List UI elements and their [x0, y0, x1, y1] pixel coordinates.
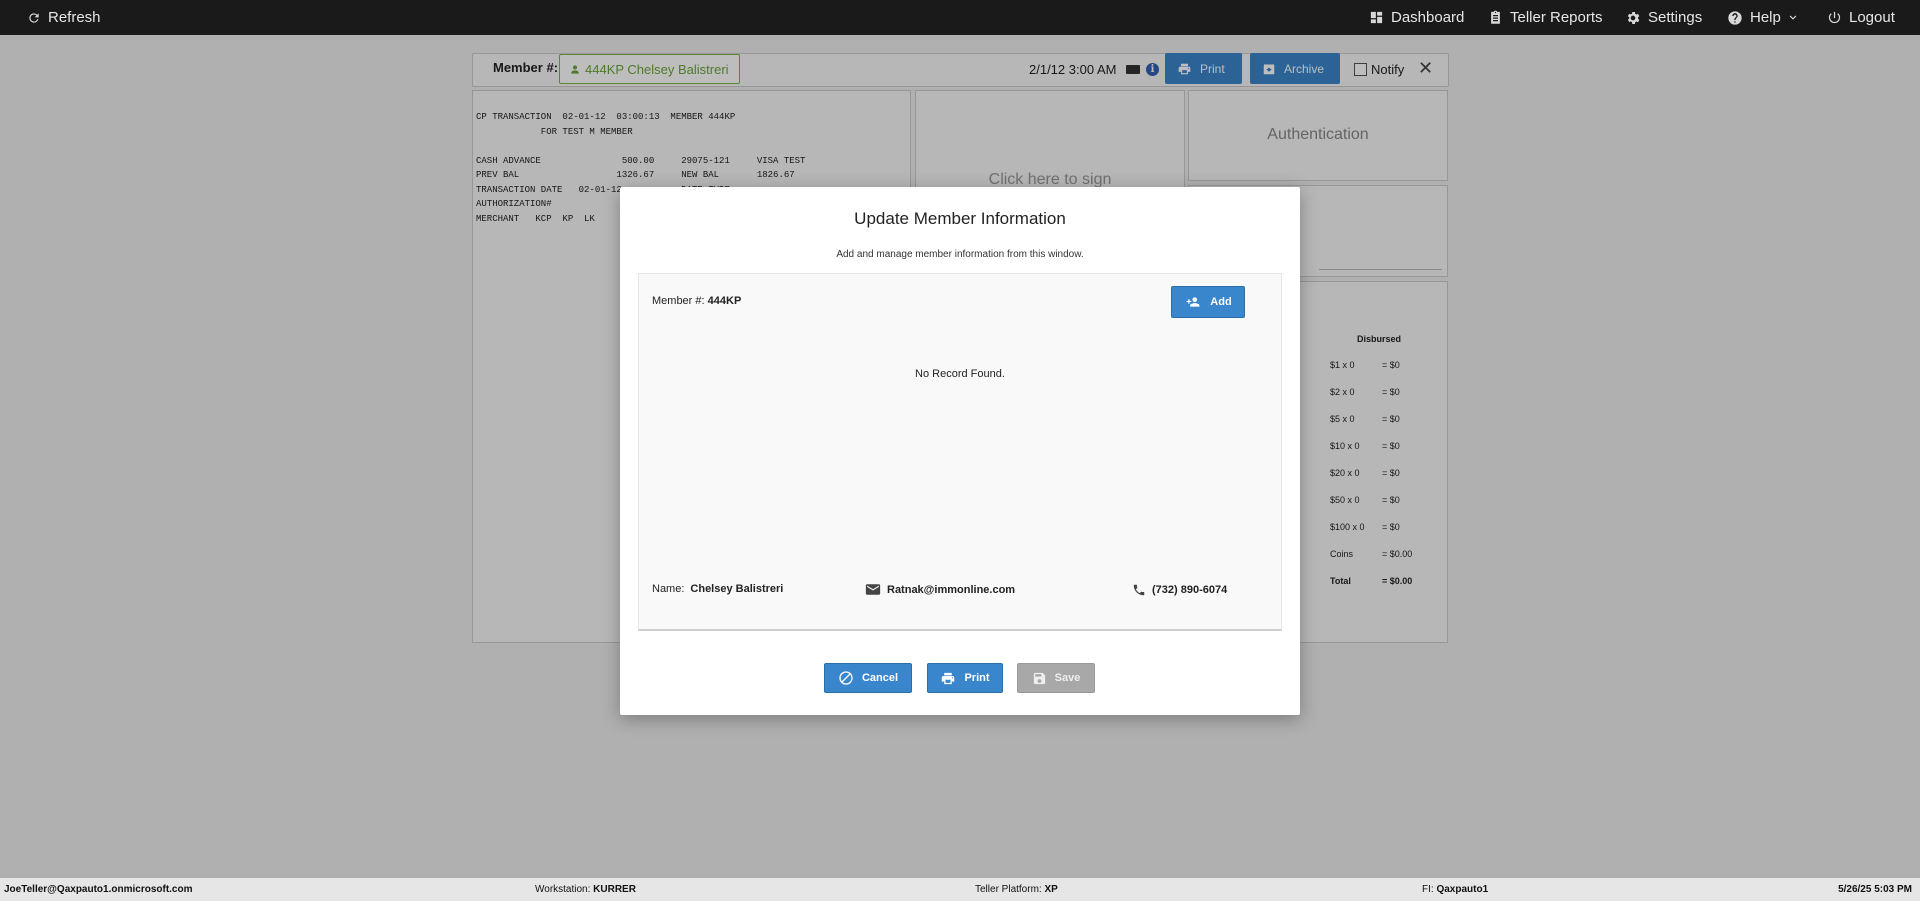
save-label: Save [1054, 672, 1081, 684]
fi-label: FI: [1422, 884, 1434, 895]
cancel-icon [839, 671, 853, 685]
name-label: Name: [652, 583, 685, 595]
cancel-label: Cancel [861, 672, 899, 684]
status-bar: JoeTeller@Qaxpauto1.onmicrosoft.com Work… [0, 878, 1920, 901]
phone-value: (732) 890-6074 [1152, 584, 1228, 596]
dashboard-link[interactable]: Dashboard [1369, 0, 1464, 35]
gear-icon [1627, 11, 1640, 24]
update-member-dialog: Update Member Information Add and manage… [620, 187, 1300, 715]
dialog-subtitle: Add and manage member information from t… [836, 249, 1084, 260]
refresh-button[interactable]: Refresh [27, 0, 101, 35]
help-label: Help [1750, 9, 1781, 26]
printer-icon [942, 672, 955, 684]
add-label: Add [1210, 296, 1232, 308]
save-icon [1033, 672, 1045, 684]
dialog-title: Update Member Information [854, 209, 1066, 228]
member-number: Member #: 444KP [652, 295, 741, 307]
name-field: Name: Chelsey Balistreri [652, 583, 783, 595]
print-label: Print [964, 672, 990, 684]
member-number-label: Member #: [652, 295, 705, 307]
save-button[interactable]: Save [1017, 663, 1095, 693]
help-icon [1728, 10, 1742, 25]
email-value: Ratnak@immonline.com [887, 583, 1016, 596]
power-icon [1828, 11, 1841, 24]
add-person-icon [1186, 297, 1200, 307]
status-workstation: Workstation: KURRER [535, 884, 636, 895]
settings-link[interactable]: Settings [1625, 0, 1702, 35]
print-button[interactable]: Print [927, 663, 1003, 693]
email-field: Ratnak@immonline.com [865, 583, 1015, 596]
clipboard-icon [1491, 10, 1500, 24]
phone-field: (732) 890-6074 [1132, 583, 1227, 597]
chevron-down-icon [1789, 15, 1797, 20]
teller-reports-label: Teller Reports [1510, 9, 1603, 26]
fi-value: Qaxpauto1 [1436, 884, 1489, 895]
no-record-message: No Record Found. [915, 368, 1005, 380]
settings-label: Settings [1648, 9, 1703, 26]
top-nav-bar: Refresh Dashboard Teller Reports Setting… [0, 0, 1920, 35]
phone-icon [1133, 584, 1145, 596]
workstation-label: Workstation: [535, 884, 591, 895]
envelope-icon [865, 584, 881, 595]
logout-label: Logout [1849, 9, 1895, 26]
refresh-label: Refresh [48, 9, 101, 26]
status-fi: FI: Qaxpauto1 [1422, 884, 1488, 895]
teller-reports-link[interactable]: Teller Reports [1488, 0, 1603, 35]
cancel-button[interactable]: Cancel [824, 663, 912, 693]
add-button[interactable]: Add [1171, 286, 1245, 318]
status-datetime: 5/26/25 5:03 PM [1838, 884, 1912, 895]
member-info-card: Member #: 444KP Add No Record Found. Nam… [638, 273, 1282, 631]
refresh-icon [29, 12, 39, 23]
platform-value: XP [1044, 884, 1058, 895]
name-value: Chelsey Balistreri [690, 583, 784, 595]
workstation-value: KURRER [593, 884, 636, 895]
help-menu[interactable]: Help [1727, 0, 1798, 35]
status-user: JoeTeller@Qaxpauto1.onmicrosoft.com [4, 884, 193, 895]
logout-link[interactable]: Logout [1827, 0, 1895, 35]
dashboard-icon [1370, 11, 1383, 24]
member-number-value: 444KP [707, 295, 742, 307]
platform-label: Teller Platform: [975, 884, 1042, 895]
status-platform: Teller Platform: XP [975, 884, 1058, 895]
dashboard-label: Dashboard [1391, 9, 1465, 26]
